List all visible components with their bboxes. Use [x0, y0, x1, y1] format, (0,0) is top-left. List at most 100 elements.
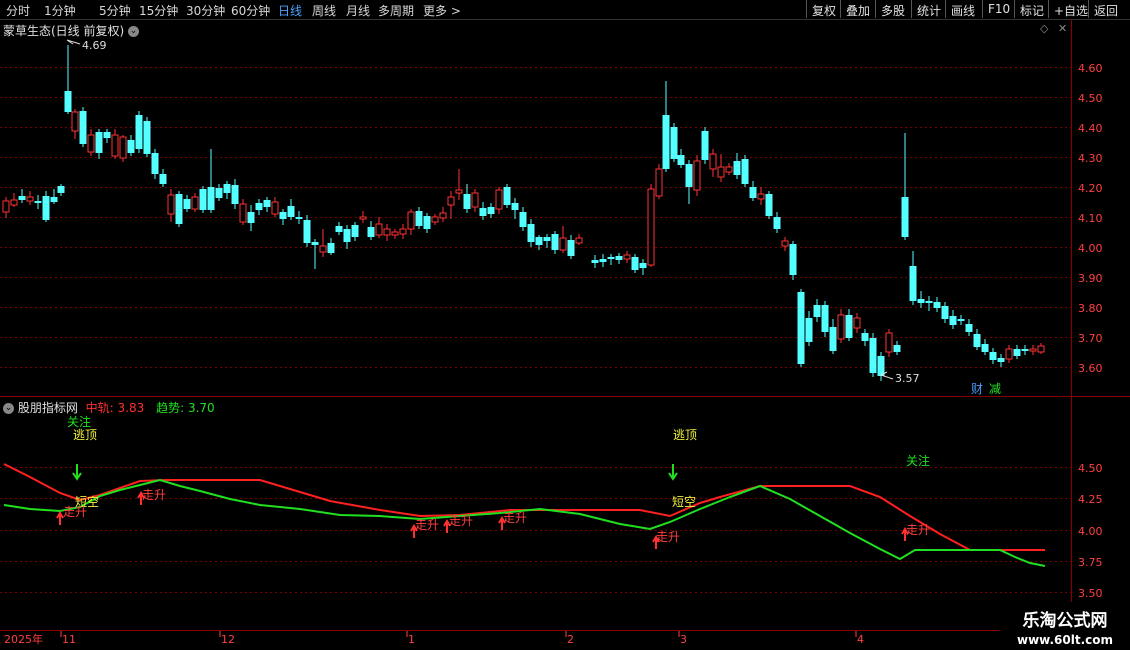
tab-more[interactable]: 更多 >	[423, 2, 461, 19]
signal-rise: 走升	[449, 514, 473, 528]
candle-body-up	[837, 314, 845, 340]
candle-body-down	[845, 315, 853, 338]
indicator-tick: 3.75	[1078, 556, 1103, 569]
candle-body-up	[471, 192, 479, 208]
tab-5min[interactable]: 5分钟	[99, 2, 131, 19]
date-tick: 11	[62, 633, 76, 646]
date-axis: 2025年 11 12 1 2 3 4	[4, 631, 864, 646]
candle-body-up	[399, 228, 407, 235]
overlay-button[interactable]: 叠加	[840, 0, 875, 18]
candle-body-up	[391, 231, 399, 236]
candle-body-up	[359, 216, 367, 220]
candle-body-down	[223, 184, 231, 193]
price-tick: 4.00	[1078, 242, 1103, 255]
tab-monthly[interactable]: 月线	[346, 2, 370, 19]
low-price-label: 3.57	[895, 372, 920, 385]
indicator-menu-icon[interactable]: ⌄	[3, 403, 14, 414]
candle-body-down	[615, 256, 623, 260]
diamond-icon[interactable]: ◇	[1040, 22, 1048, 35]
candle-body-down	[933, 302, 941, 308]
candle-body-down	[463, 194, 471, 209]
candle-body-down	[367, 227, 375, 237]
back-button[interactable]: 返回	[1088, 0, 1123, 18]
tab-1min[interactable]: 1分钟	[44, 2, 76, 19]
signal-rise: 走升	[415, 518, 439, 532]
indicator-tick: 4.00	[1078, 525, 1103, 538]
price-tick: 4.40	[1078, 122, 1103, 135]
candle-body-down	[749, 187, 757, 198]
candle-body-down	[925, 301, 933, 303]
candle-body-down	[1013, 349, 1021, 356]
candle-body-down	[151, 153, 159, 174]
trend-label: 趋势:	[156, 401, 185, 415]
candle-body-down	[18, 196, 26, 200]
candle-body-down	[175, 194, 183, 224]
tab-30min[interactable]: 30分钟	[186, 2, 225, 19]
candle-body-down	[981, 344, 989, 352]
candle-body-down	[415, 211, 423, 226]
tab-15min[interactable]: 15分钟	[139, 2, 178, 19]
price-tick: 4.30	[1078, 152, 1103, 165]
price-tick: 4.60	[1078, 62, 1103, 75]
main-y-axis: 4.60 4.50 4.40 4.30 4.20 4.10 4.00 3.90 …	[1078, 62, 1103, 375]
candle-body-up	[455, 189, 463, 194]
title-menu-icon[interactable]: ⌄	[128, 26, 140, 37]
candle-body-down	[1021, 349, 1029, 351]
candle-body-down	[949, 316, 957, 325]
candle-body-down	[34, 201, 42, 203]
candle-body-up	[781, 240, 789, 247]
candle-body-up	[119, 136, 127, 159]
candle-body-up	[717, 166, 725, 178]
close-icon[interactable]: ✕	[1058, 22, 1067, 35]
draw-line-button[interactable]: 画线	[945, 0, 980, 18]
restore-rights-button[interactable]: 复权	[806, 0, 841, 18]
candle-body-down	[631, 257, 639, 270]
finance-badge[interactable]: 财	[971, 382, 983, 396]
candle-body-down	[215, 188, 223, 198]
signal-rise: 走升	[656, 530, 680, 544]
candle-body-down	[295, 217, 303, 219]
candle-body-down	[813, 305, 821, 317]
candle-body-up	[559, 237, 567, 251]
price-tick: 3.80	[1078, 302, 1103, 315]
statistics-button[interactable]: 统计	[911, 0, 946, 18]
tab-weekly[interactable]: 周线	[312, 2, 336, 19]
reduce-holding-badge[interactable]: 减	[989, 382, 1001, 396]
candle-body-down	[591, 260, 599, 263]
f10-button[interactable]: F10	[982, 0, 1015, 18]
mark-button[interactable]: 标记	[1014, 0, 1049, 18]
candle-body-up	[1029, 348, 1037, 352]
candle-body-down	[143, 121, 151, 154]
candle-body-down	[207, 187, 215, 210]
candle-body-down	[127, 140, 135, 153]
signal-rise: 走升	[142, 488, 166, 502]
candle-body-up	[375, 223, 383, 236]
candle-body-down	[607, 257, 615, 259]
candle-body-down	[535, 237, 543, 245]
candle-body-down	[567, 240, 575, 256]
candlestick-series	[2, 45, 1045, 381]
candle-body-down	[103, 132, 111, 138]
multi-stock-button[interactable]: 多股	[875, 0, 910, 18]
tab-daily[interactable]: 日线	[278, 2, 302, 19]
tab-timeshare[interactable]: 分时	[6, 2, 30, 19]
main-grid	[0, 67, 1071, 368]
candle-body-down	[64, 91, 72, 112]
add-watchlist-button[interactable]: +自选	[1048, 0, 1093, 18]
tab-60min[interactable]: 60分钟	[231, 2, 270, 19]
indicator-tick: 4.25	[1078, 493, 1103, 506]
candle-body-down	[869, 338, 877, 373]
signal-watch: 关注	[67, 414, 91, 429]
candle-body-down	[965, 324, 973, 332]
candle-body-down	[893, 345, 901, 352]
candle-body-down	[997, 358, 1005, 362]
candle-body-down	[797, 292, 805, 364]
high-marker: 4.69	[66, 39, 107, 52]
candle-body-down	[733, 161, 741, 175]
price-tick: 3.60	[1078, 362, 1103, 375]
candle-body-up	[623, 254, 631, 260]
candle-body-up	[431, 216, 439, 223]
indicator-title-bar: ⌄ 股朋指标网 中轨: 3.83 趋势: 3.70	[3, 399, 215, 416]
candle-body-down	[511, 203, 519, 210]
tab-multi-period[interactable]: 多周期	[378, 2, 414, 19]
